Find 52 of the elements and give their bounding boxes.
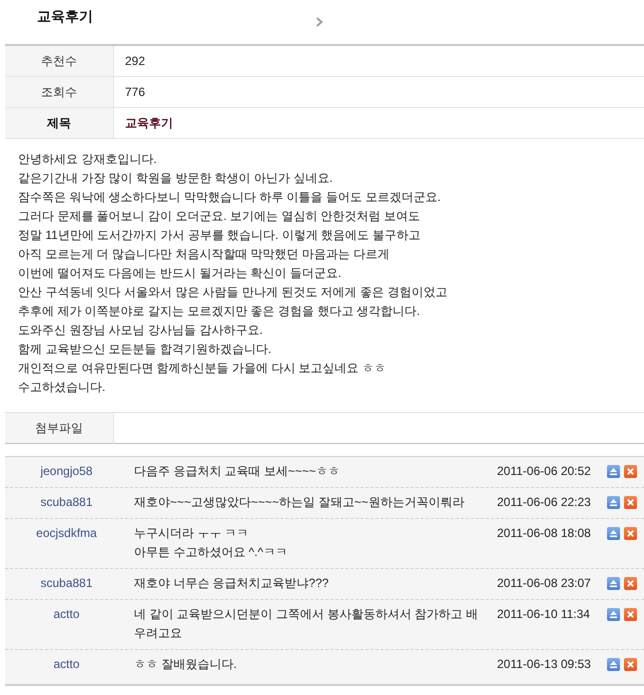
close-icon[interactable] [624, 527, 637, 540]
comment-text: 재호야 너무슨 응급처치교육받냐??? [134, 575, 330, 592]
comment-date: 2011-06-13 09:53 [497, 657, 591, 671]
comment-author[interactable]: actto [53, 657, 80, 671]
eject-icon[interactable] [607, 658, 620, 671]
eject-icon[interactable] [607, 496, 620, 509]
post-text-line: 안산 구석동네 잇다 서울와서 많은 사람들 만나게 된것도 저에게 좋은 경험이었고 [18, 284, 448, 301]
close-icon[interactable] [624, 608, 637, 621]
comment-author[interactable]: jeongjo58 [40, 464, 93, 478]
eject-icon[interactable] [607, 577, 620, 590]
field-value: 292 [125, 54, 146, 68]
comment-author[interactable]: scuba881 [40, 576, 93, 590]
post-text-line: 추후에 제가 이쪽분야로 갈지는 모르겠지만 좋은 경험을 했다고 생각합니다. [18, 303, 422, 320]
comment-date: 2011-06-10 11:34 [497, 607, 590, 621]
post-text-line: 도와주신 원장님 사모님 강사님들 감사하구요. [18, 322, 264, 339]
post-text-line: 정말 11년만에 도서간까지 가서 공부를 했습니다. 이렇게 했음에도 불구하고 [18, 227, 422, 244]
comment-text: 재호야~~~고생많았다~~~~하는일 잘돼고~~원하는거꼭이뤄라 [134, 494, 466, 511]
post-text-line: 개인적으로 여유만된다면 함께하신분들 가을에 다시 보고싶네요 ㅎㅎ [18, 360, 388, 377]
field-value: 776 [125, 85, 146, 99]
post-text-line: 같은기간내 가장 많이 학원을 방문한 학생이 아닌가 싶네요. [18, 170, 334, 187]
comment-date: 2011-06-06 20:52 [497, 464, 591, 478]
post-text-line: 잠수쪽은 워낙에 생소하다보니 막막했습니다 하루 이틀을 들어도 모르겠더군요. [18, 189, 442, 206]
comment-text: ㅎㅎ 잘배웠습니다. [134, 656, 238, 673]
post-text-line: 이번에 떨어져도 다음에는 반드시 될거라는 확신이 들더군요. [18, 265, 342, 282]
eject-icon[interactable] [607, 608, 620, 621]
eject-icon[interactable] [607, 465, 620, 478]
comment-text: 누구시더라 ㅜㅜ ㅋㅋ 아무튼 수고하셨어요 ^.^ㅋㅋ [134, 525, 288, 561]
post-text-line: 함께 교육받으신 모든분들 합격기원하겠습니다. [18, 341, 272, 358]
close-icon[interactable] [624, 577, 637, 590]
field-label: 조회수 [5, 76, 114, 108]
field-label: 추천수 [5, 45, 114, 76]
attachment-label: 첨부파일 [5, 412, 114, 444]
page-title: 교육후기 [37, 7, 93, 25]
comment-date: 2011-06-08 23:07 [497, 576, 591, 590]
comment-text: 다음주 응급처치 교육때 보세~~~~ㅎㅎ [134, 463, 342, 480]
field-label: 제목 [5, 108, 114, 138]
comment-date: 2011-06-08 18:08 [497, 526, 591, 540]
post-text-line: 안녕하세요 강재호입니다. [18, 151, 158, 168]
post-text-line: 그러다 문제를 풀어보니 감이 오더군요. 보기에는 열심히 안한것처럼 보여도 [18, 208, 422, 225]
comment-author[interactable]: eocjsdkfma [36, 526, 97, 540]
comment-text: 네 같이 교육받으시던분이 그쪽에서 봉사활동하셔서 참가하고 배우려고요 [134, 606, 480, 642]
close-icon[interactable] [624, 465, 637, 478]
comment-author[interactable]: actto [53, 607, 80, 621]
post-text-line: 수고하셨습니다. [18, 379, 106, 396]
comment-date: 2011-06-06 22:23 [497, 495, 591, 509]
close-icon[interactable] [624, 658, 637, 671]
post-text-line: 아직 모르는게 더 많습니다만 처음시작할때 막막했던 마음과는 다르게 [18, 246, 390, 263]
chevron-right-icon [316, 17, 323, 27]
post-title: 교육후기 [125, 116, 173, 130]
close-icon[interactable] [624, 496, 637, 509]
eject-icon[interactable] [607, 527, 620, 540]
comment-author[interactable]: scuba881 [40, 495, 93, 509]
